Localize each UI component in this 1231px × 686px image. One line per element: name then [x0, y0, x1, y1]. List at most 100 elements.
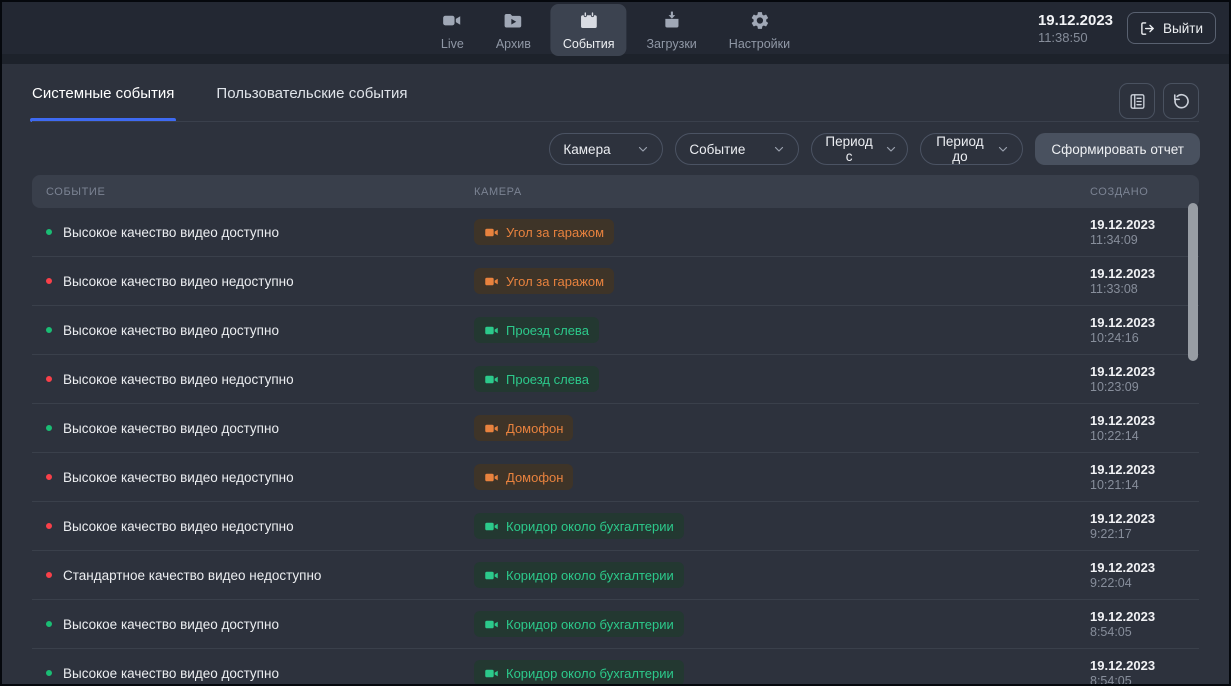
status-ring-icon: [46, 474, 52, 480]
chevron-down-icon: [637, 143, 649, 155]
event-cell: Высокое качество видео недоступно: [46, 470, 474, 485]
event-label: Высокое качество видео доступно: [63, 617, 279, 632]
refresh-icon: [1172, 92, 1191, 111]
camera-icon: [484, 323, 499, 338]
created-cell: 19.12.2023 10:23:09: [1090, 364, 1185, 395]
camera-icon: [484, 568, 499, 583]
scrollbar-thumb[interactable]: [1188, 203, 1198, 361]
nav-tab-archive[interactable]: Архив: [484, 4, 543, 56]
camera-badge: Проезд слева: [474, 317, 599, 343]
event-label: Высокое качество видео доступно: [63, 421, 279, 436]
nav-tab-events[interactable]: События: [551, 4, 627, 56]
events-table: СОБЫТИЕ КАМЕРА СОЗДАНО Высокое качество …: [32, 175, 1199, 686]
camera-badge: Коридор около бухгалтерии: [474, 513, 684, 539]
table-row[interactable]: Высокое качество видео недоступно Угол з…: [32, 257, 1199, 306]
table-row[interactable]: Высокое качество видео доступно Коридор …: [32, 600, 1199, 649]
camera-cell: Коридор около бухгалтерии: [474, 660, 1090, 686]
row-time: 11:33:08: [1090, 282, 1185, 297]
camera-badge: Коридор около бухгалтерии: [474, 660, 684, 686]
status-ring-icon: [46, 572, 52, 578]
tabs-row: Системные события Пользовательские событ…: [2, 64, 1229, 122]
camera-badge: Коридор около бухгалтерии: [474, 562, 684, 588]
event-cell: Высокое качество видео недоступно: [46, 372, 474, 387]
table-row[interactable]: Высокое качество видео доступно Угол за …: [32, 208, 1199, 257]
camera-cell: Домофон: [474, 415, 1090, 441]
report-journal-button[interactable]: [1119, 83, 1155, 119]
refresh-button[interactable]: [1163, 83, 1199, 119]
table-row[interactable]: Высокое качество видео недоступно Домофо…: [32, 453, 1199, 502]
table-row[interactable]: Высокое качество видео недоступно Коридо…: [32, 502, 1199, 551]
logout-button[interactable]: Выйти: [1127, 12, 1216, 44]
event-cell: Высокое качество видео доступно: [46, 617, 474, 632]
camera-badge-label: Угол за гаражом: [506, 225, 604, 240]
table-row[interactable]: Высокое качество видео доступно Домофон …: [32, 404, 1199, 453]
event-cell: Высокое качество видео доступно: [46, 421, 474, 436]
camera-badge-label: Коридор около бухгалтерии: [506, 617, 674, 632]
status-ring-icon: [46, 523, 52, 529]
camera-cell: Угол за гаражом: [474, 219, 1090, 245]
column-header-created: СОЗДАНО: [1090, 186, 1185, 198]
filter-label: Период с: [825, 134, 872, 164]
period-from-dropdown[interactable]: Период с: [811, 133, 908, 165]
report-journal-icon: [1128, 92, 1147, 111]
camera-cell: Домофон: [474, 464, 1090, 490]
nav-tab-label: Live: [441, 37, 464, 51]
camera-badge: Угол за гаражом: [474, 219, 614, 245]
event-label: Высокое качество видео доступно: [63, 323, 279, 338]
camera-icon: [484, 470, 499, 485]
camera-badge: Проезд слева: [474, 366, 599, 392]
status-ring-icon: [46, 278, 52, 284]
filter-label: Камера: [563, 142, 610, 157]
nav-tab-settings[interactable]: Настройки: [717, 4, 802, 56]
column-header-event: СОБЫТИЕ: [46, 186, 474, 198]
row-time: 8:54:05: [1090, 674, 1185, 686]
row-time: 10:22:14: [1090, 429, 1185, 444]
tab-actions: [1119, 83, 1199, 119]
row-time: 8:54:05: [1090, 625, 1185, 640]
period-to-dropdown[interactable]: Период до: [920, 133, 1023, 165]
camera-badge: Домофон: [474, 415, 573, 441]
camera-badge-label: Угол за гаражом: [506, 274, 604, 289]
nav-tab-label: События: [563, 37, 615, 51]
row-date: 19.12.2023: [1090, 511, 1185, 527]
app-window: Live Архив События Загрузки: [0, 0, 1231, 686]
tab-user-events[interactable]: Пользовательские события: [216, 85, 407, 122]
column-header-camera: КАМЕРА: [474, 186, 1090, 198]
tab-system-events[interactable]: Системные события: [32, 85, 174, 122]
created-cell: 19.12.2023 11:34:09: [1090, 217, 1185, 248]
row-date: 19.12.2023: [1090, 413, 1185, 429]
row-date: 19.12.2023: [1090, 315, 1185, 331]
status-ring-icon: [46, 327, 52, 333]
table-row[interactable]: Высокое качество видео недоступно Проезд…: [32, 355, 1199, 404]
status-ring-icon: [46, 621, 52, 627]
camera-icon: [484, 421, 499, 436]
generate-report-button[interactable]: Сформировать отчет: [1035, 133, 1200, 165]
table-row[interactable]: Высокое качество видео доступно Проезд с…: [32, 306, 1199, 355]
camera-badge-label: Коридор около бухгалтерии: [506, 666, 674, 681]
table-row[interactable]: Высокое качество видео доступно Коридор …: [32, 649, 1199, 686]
row-time: 10:23:09: [1090, 380, 1185, 395]
nav-tab-downloads[interactable]: Загрузки: [634, 4, 708, 56]
chevron-down-icon: [997, 143, 1009, 155]
camera-badge-label: Домофон: [506, 421, 563, 436]
table-row[interactable]: Стандартное качество видео недоступно Ко…: [32, 551, 1199, 600]
event-filter-dropdown[interactable]: Событие: [675, 133, 799, 165]
row-date: 19.12.2023: [1090, 560, 1185, 576]
current-date: 19.12.2023: [1038, 12, 1113, 30]
camera-icon: [484, 666, 499, 681]
camera-filter-dropdown[interactable]: Камера: [549, 133, 663, 165]
camera-cell: Проезд слева: [474, 317, 1090, 343]
camera-badge-label: Проезд слева: [506, 323, 589, 338]
status-ring-icon: [46, 670, 52, 676]
video-camera-icon: [442, 10, 463, 34]
event-cell: Высокое качество видео недоступно: [46, 519, 474, 534]
nav-tab-live[interactable]: Live: [429, 4, 476, 56]
created-cell: 19.12.2023 8:54:05: [1090, 609, 1185, 640]
camera-cell: Проезд слева: [474, 366, 1090, 392]
row-time: 9:22:17: [1090, 527, 1185, 542]
event-cell: Высокое качество видео доступно: [46, 666, 474, 681]
camera-icon: [484, 617, 499, 632]
event-label: Высокое качество видео доступно: [63, 666, 279, 681]
table-header: СОБЫТИЕ КАМЕРА СОЗДАНО: [32, 175, 1199, 208]
camera-icon: [484, 225, 499, 240]
